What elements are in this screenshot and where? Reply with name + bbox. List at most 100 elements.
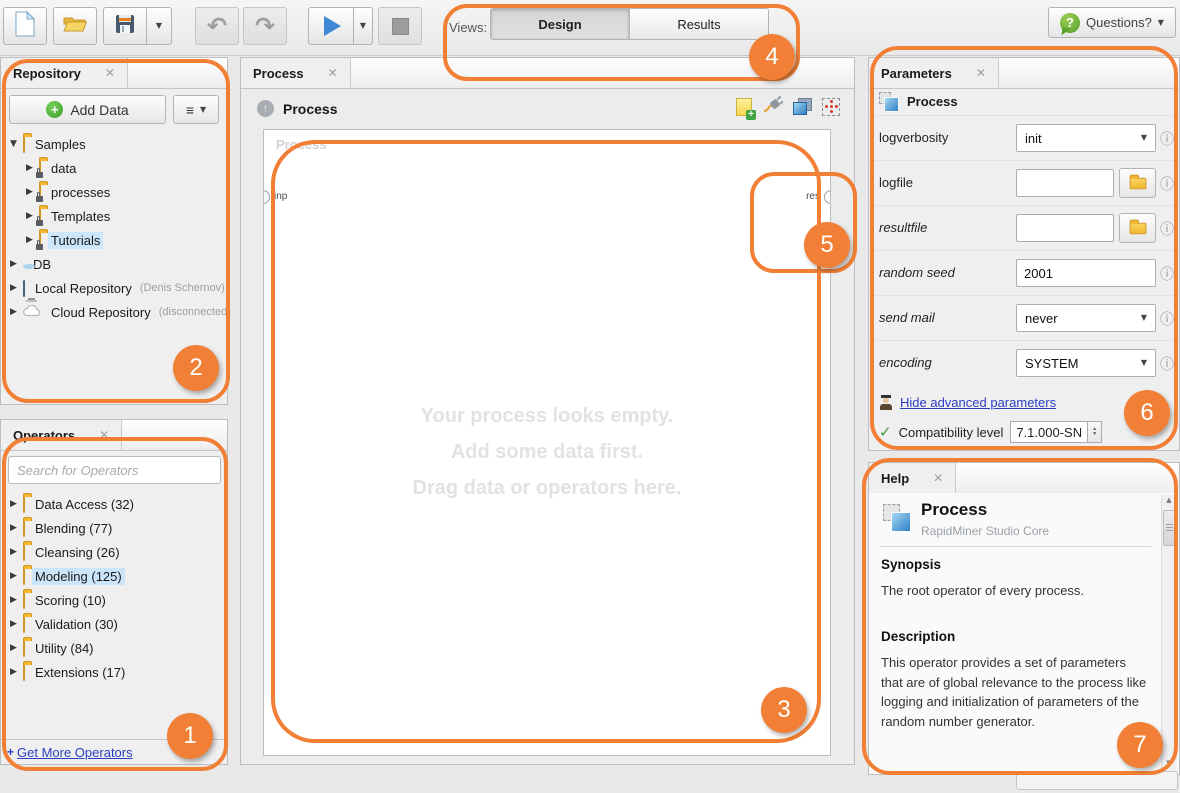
expand-arrow-icon[interactable]: ▶ (7, 307, 20, 317)
redo-button[interactable]: ↷ (243, 7, 287, 45)
expand-arrow-icon[interactable]: ▶ (7, 643, 20, 653)
scrollbar-thumb[interactable] (1163, 510, 1177, 546)
tree-item-tutorials[interactable]: ▶ Tutorials (1, 228, 227, 252)
info-icon[interactable]: ⓘ (1160, 354, 1174, 374)
process-canvas[interactable]: Process inp res Your process looks empty… (263, 129, 831, 756)
tree-item-cleansing[interactable]: ▶ Cleansing (26) (1, 540, 227, 564)
close-icon[interactable]: ✕ (105, 66, 115, 80)
random-seed-input[interactable] (1016, 259, 1156, 287)
info-icon[interactable]: ⓘ (1160, 174, 1174, 194)
info-icon[interactable]: ⓘ (1160, 129, 1174, 149)
operators-tree: ▶ Data Access (32) ▶ Blending (77) ▶ Cle… (1, 492, 227, 684)
add-data-button[interactable]: + Add Data (9, 95, 166, 124)
tree-item-blending[interactable]: ▶ Blending (77) (1, 516, 227, 540)
operators-panel: Operators ✕ ▶ Data Access (32) ▶ Blendin… (0, 419, 228, 765)
expand-arrow-icon[interactable]: ▶ (23, 187, 36, 197)
open-process-button[interactable] (53, 7, 97, 45)
tree-item-samples[interactable]: ▼ Samples (1, 132, 227, 156)
input-port[interactable] (263, 190, 270, 204)
expand-arrow-icon[interactable]: ▶ (7, 523, 20, 533)
save-dropdown-button[interactable]: ▼ (146, 7, 172, 45)
encoding-select[interactable]: SYSTEM ▼ (1016, 349, 1156, 377)
tree-item-extensions[interactable]: ▶ Extensions (17) (1, 660, 227, 684)
close-icon[interactable]: ✕ (976, 66, 986, 80)
tree-item-label: Cleansing (26) (32, 544, 123, 561)
get-more-operators-link[interactable]: Get More Operators (17, 745, 133, 760)
select-value: init (1025, 131, 1042, 146)
run-process-button[interactable] (308, 7, 354, 45)
scroll-down-icon[interactable]: ▼ (1162, 759, 1176, 771)
tab-parameters[interactable]: Parameters ✕ (869, 58, 999, 88)
expand-arrow-icon[interactable]: ▶ (23, 163, 36, 173)
repository-menu-button[interactable]: ≡ ▼ (173, 95, 219, 124)
undo-button[interactable]: ↶ (195, 7, 239, 45)
add-annotation-icon[interactable] (736, 98, 752, 116)
info-icon[interactable]: ⓘ (1160, 219, 1174, 239)
tree-item-scoring[interactable]: ▶ Scoring (10) (1, 588, 227, 612)
logfile-input[interactable] (1016, 169, 1114, 197)
tree-item-validation[interactable]: ▶ Validation (30) (1, 612, 227, 636)
expand-arrow-icon[interactable]: ▶ (7, 259, 20, 269)
compatibility-value[interactable]: 7.1.000-SN (1010, 421, 1088, 443)
collapse-arrow-icon[interactable]: ▼ (7, 139, 20, 149)
help-scrollbar[interactable]: ▲ ▼ (1161, 495, 1177, 772)
send-mail-select[interactable]: never ▼ (1016, 304, 1156, 332)
expand-arrow-icon[interactable]: ▶ (7, 619, 20, 629)
logfile-browse-button[interactable] (1119, 168, 1156, 198)
close-icon[interactable]: ✕ (328, 66, 338, 80)
subprocess-layers-icon[interactable] (793, 98, 812, 115)
run-dropdown-button[interactable]: ▼ (353, 7, 373, 45)
expand-arrow-icon[interactable]: ▶ (7, 595, 20, 605)
tab-design-view[interactable]: Design (491, 9, 630, 39)
description-heading: Description (881, 629, 955, 644)
auto-wire-plug-icon[interactable] (762, 95, 783, 118)
compatibility-spinner[interactable]: ▲ ▼ (1088, 421, 1102, 443)
resultfile-input[interactable] (1016, 214, 1114, 242)
tab-results-view[interactable]: Results (630, 9, 768, 39)
param-row-send-mail: send mail never ▼ ⓘ (869, 295, 1179, 340)
tab-repository[interactable]: Repository ✕ (1, 58, 128, 88)
info-icon[interactable]: ⓘ (1160, 264, 1174, 284)
tree-item-label: Local Repository (32, 280, 135, 297)
tab-help[interactable]: Help ✕ (869, 463, 956, 493)
expand-arrow-icon[interactable]: ▶ (7, 571, 20, 581)
tree-item-utility[interactable]: ▶ Utility (84) (1, 636, 227, 660)
expand-arrow-icon[interactable]: ▶ (23, 211, 36, 221)
new-process-button[interactable] (3, 7, 47, 45)
tree-item-modeling[interactable]: ▶ Modeling (125) (1, 564, 227, 588)
result-port[interactable] (824, 190, 831, 204)
new-document-icon (15, 11, 35, 42)
close-icon[interactable]: ✕ (933, 471, 943, 485)
spin-down-icon[interactable]: ▼ (1092, 432, 1097, 437)
operator-search-input[interactable] (8, 456, 221, 484)
scroll-up-icon[interactable]: ▲ (1162, 496, 1176, 508)
questions-button[interactable]: ? Questions? ▼ (1048, 7, 1176, 38)
logverbosity-select[interactable]: init ▼ (1016, 124, 1156, 152)
tree-item-cloud-repository[interactable]: ▶ Cloud Repository (disconnected) (1, 300, 227, 324)
stop-process-button[interactable] (378, 7, 422, 45)
tab-operators[interactable]: Operators ✕ (1, 420, 122, 450)
close-icon[interactable]: ✕ (99, 428, 109, 442)
expand-arrow-icon[interactable]: ▶ (7, 547, 20, 557)
parameters-panel: Parameters ✕ Process logverbosity init ▼… (868, 57, 1180, 451)
expand-arrow-icon[interactable]: ▶ (7, 283, 20, 293)
tree-item-processes[interactable]: ▶ processes (1, 180, 227, 204)
lock-icon (36, 244, 43, 250)
breadcrumb[interactable]: Process (283, 101, 337, 117)
tree-item-data-access[interactable]: ▶ Data Access (32) (1, 492, 227, 516)
tree-item-templates[interactable]: ▶ Templates (1, 204, 227, 228)
fit-view-icon[interactable] (822, 98, 840, 116)
save-process-button[interactable] (103, 7, 147, 45)
expand-arrow-icon[interactable]: ▶ (7, 667, 20, 677)
tree-item-data[interactable]: ▶ data (1, 156, 227, 180)
resultfile-browse-button[interactable] (1119, 213, 1156, 243)
info-icon[interactable]: ⓘ (1160, 309, 1174, 329)
expand-arrow-icon[interactable]: ▶ (7, 499, 20, 509)
hide-advanced-parameters-link[interactable]: Hide advanced parameters (900, 395, 1056, 410)
tree-item-db[interactable]: ▶ DB (1, 252, 227, 276)
tab-process[interactable]: Process ✕ (241, 58, 351, 88)
expand-arrow-icon[interactable]: ▶ (23, 235, 36, 245)
repository-panel: Repository ✕ + Add Data ≡ ▼ ▼ Samples ▶ … (0, 57, 228, 405)
navigate-up-icon[interactable]: ↑ (257, 100, 274, 117)
tree-item-local-repository[interactable]: ▶ Local Repository (Denis Schernov) (1, 276, 227, 300)
